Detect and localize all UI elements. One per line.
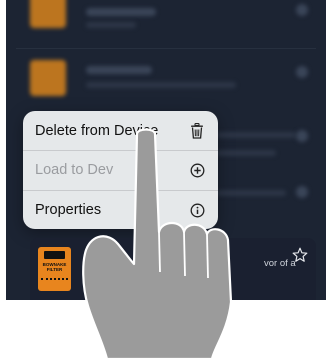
preset-description: vor of a — [264, 258, 296, 269]
menu-item-load-to-device[interactable]: Load to Dev — [23, 150, 218, 189]
preset-thumbnail — [30, 60, 66, 96]
star-icon — [296, 66, 308, 78]
preset-thumbnail — [30, 0, 66, 28]
pedal-label: BOWNAKE FILTER — [42, 262, 67, 272]
pedal-thumbnail: BOWNAKE FILTER — [38, 247, 71, 291]
menu-item-label: Properties — [35, 202, 102, 218]
context-menu: Delete from Device Load to Dev Propertie… — [23, 111, 218, 229]
star-outline-icon[interactable] — [292, 247, 308, 263]
star-icon — [296, 186, 308, 198]
background-list-item — [6, 0, 326, 40]
star-icon — [296, 130, 308, 142]
info-circle-icon — [188, 201, 206, 219]
trash-icon — [188, 122, 206, 140]
menu-item-delete-from-device[interactable]: Delete from Device — [23, 111, 218, 150]
background-list-item — [6, 52, 326, 112]
menu-item-label: Load to Dev — [35, 162, 114, 178]
menu-item-label: Delete from Device — [35, 122, 159, 139]
preset-card[interactable]: BOWNAKE FILTER vor of a — [30, 238, 316, 300]
star-icon — [296, 4, 308, 16]
menu-item-properties[interactable]: Properties — [23, 190, 218, 229]
plus-circle-icon — [188, 161, 206, 179]
